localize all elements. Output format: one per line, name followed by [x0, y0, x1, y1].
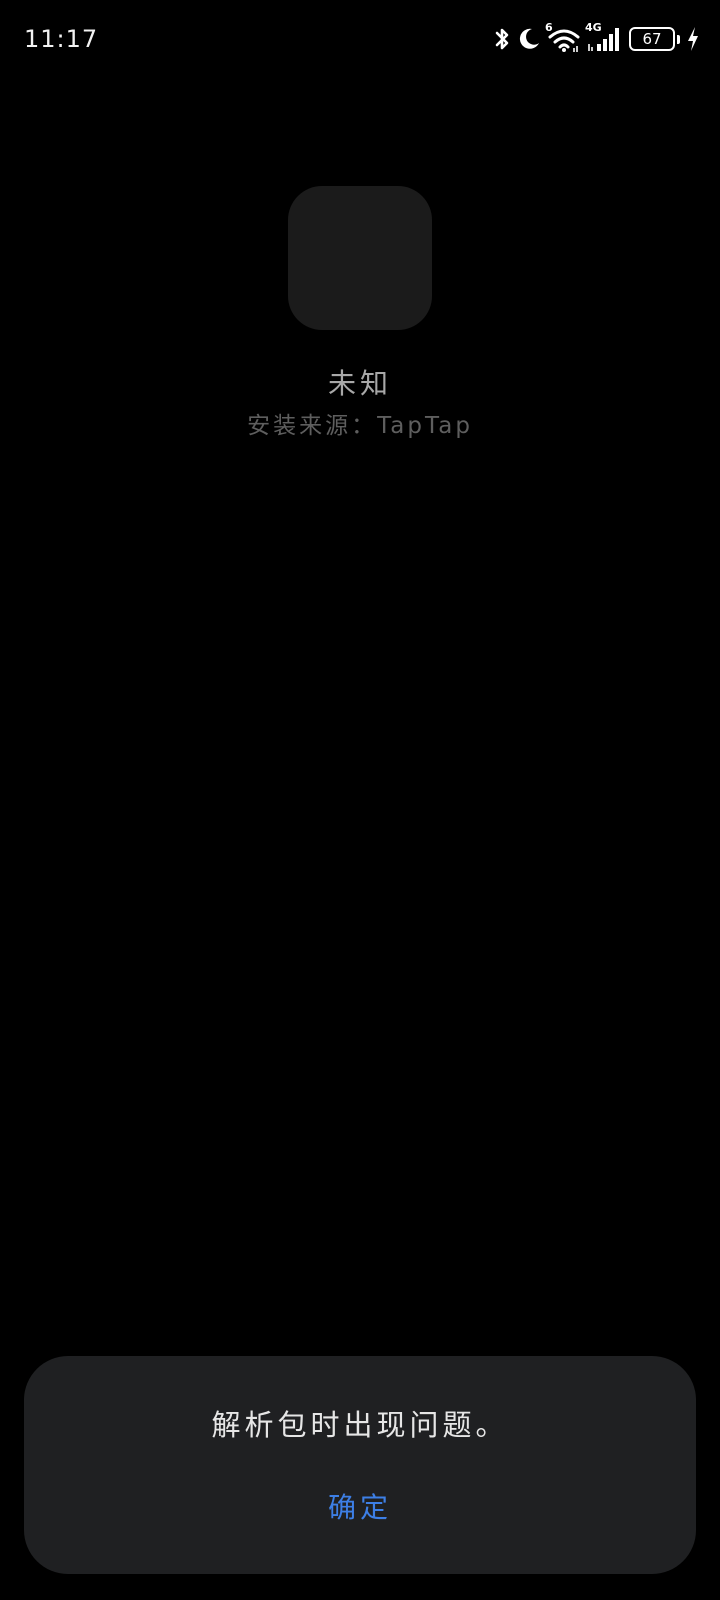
network-type: 4G	[585, 21, 602, 34]
battery-level: 67	[642, 30, 662, 48]
status-bar: 11:17 6 4G 67	[0, 0, 720, 78]
battery-icon: 67	[629, 27, 675, 51]
status-icons: 6 4G 67	[493, 21, 700, 56]
wifi-badge: 6	[545, 21, 553, 34]
confirm-button[interactable]: 确定	[310, 1480, 410, 1536]
app-icon-placeholder	[288, 186, 432, 330]
dialog-message: 解析包时出现问题。	[211, 1408, 509, 1442]
app-name: 未知	[327, 367, 392, 400]
bluetooth-icon	[493, 26, 511, 52]
moon-icon	[517, 26, 541, 52]
battery-nub	[677, 34, 680, 44]
error-dialog: 解析包时出现问题。 确定	[24, 1356, 696, 1574]
status-time: 11:17	[24, 25, 99, 53]
charging-icon	[686, 26, 700, 52]
install-source: 安装来源：TapTap	[247, 413, 473, 439]
wifi-icon: 6	[545, 21, 581, 53]
signal-icon: 4G	[585, 21, 621, 52]
